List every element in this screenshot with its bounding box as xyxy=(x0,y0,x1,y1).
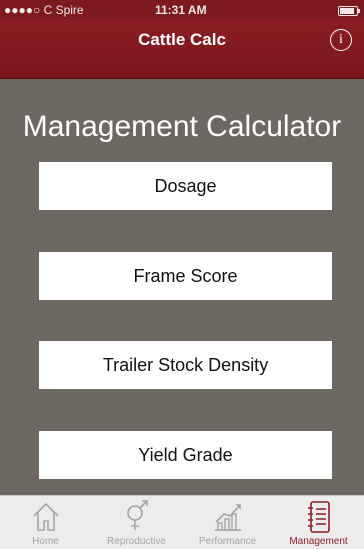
house-icon xyxy=(32,502,59,531)
tab-home-label: Home xyxy=(32,536,59,547)
tab-home[interactable]: Home xyxy=(0,496,91,549)
tab-reproductive[interactable]: Reproductive xyxy=(91,496,182,549)
yield-grade-button[interactable]: Yield Grade xyxy=(39,431,332,479)
notebook-list-icon xyxy=(307,501,330,533)
nav-title: Cattle Calc xyxy=(138,30,226,49)
bar-chart-icon xyxy=(214,504,241,531)
tab-performance[interactable]: Performance xyxy=(182,496,273,549)
info-button[interactable]: i xyxy=(330,29,352,51)
trailer-stock-density-button[interactable]: Trailer Stock Density xyxy=(39,341,332,389)
tab-performance-label: Performance xyxy=(198,536,257,547)
dosage-button[interactable]: Dosage xyxy=(39,162,332,210)
tab-management[interactable]: Management xyxy=(273,496,364,549)
tab-bar: Home Reproductive Performance Management xyxy=(0,495,364,549)
status-bar: ●●●●○ C Spire 11:31 AM xyxy=(0,0,364,20)
page-title: Management Calculator xyxy=(22,110,342,143)
tab-reproductive-label: Reproductive xyxy=(107,536,166,547)
carrier-signal: ●●●●○ C Spire xyxy=(4,3,84,17)
tab-management-label: Management xyxy=(289,536,348,547)
frame-score-button[interactable]: Frame Score xyxy=(39,252,332,300)
battery-icon xyxy=(338,6,360,16)
gender-symbol-icon xyxy=(126,500,148,530)
nav-bar: Cattle Calc i xyxy=(0,20,364,79)
status-time: 11:31 AM xyxy=(155,3,207,17)
